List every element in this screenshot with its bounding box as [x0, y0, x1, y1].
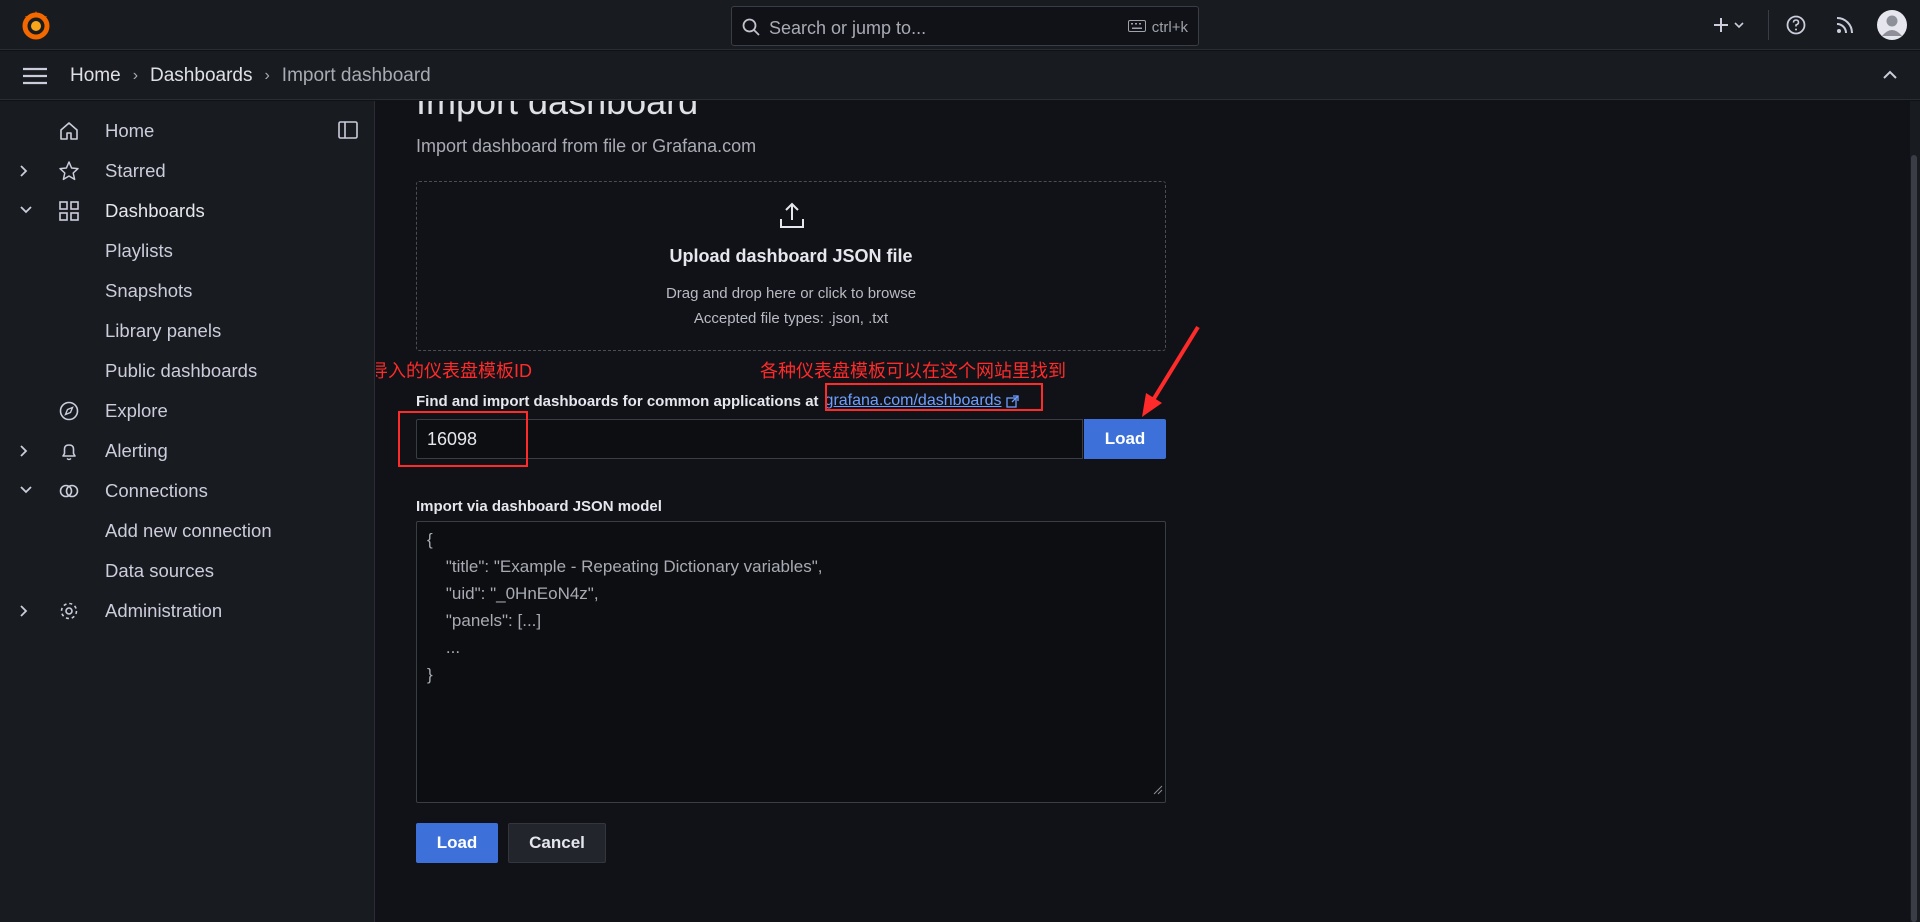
- annotation-box-link: [825, 383, 1043, 411]
- star-icon: [58, 160, 80, 187]
- json-model-label: Import via dashboard JSON model: [416, 498, 662, 515]
- divider: [1768, 10, 1769, 40]
- page-title: Import dashboard: [416, 101, 699, 122]
- sidebar-item-label: Administration: [105, 600, 223, 621]
- search-icon: [742, 18, 760, 41]
- chevron-down-icon[interactable]: [18, 483, 34, 501]
- annotation-arrow: [1136, 321, 1206, 426]
- sidebar-item-starred[interactable]: Starred: [0, 151, 375, 191]
- user-avatar[interactable]: [1877, 10, 1907, 45]
- sidebar-item-dashboards[interactable]: Dashboards: [0, 191, 375, 231]
- sidebar-item-home[interactable]: Home: [0, 111, 375, 151]
- chevron-right-icon[interactable]: [18, 443, 30, 464]
- upload-title: Upload dashboard JSON file: [669, 246, 913, 266]
- sidebar-item-library-panels[interactable]: Library panels: [0, 311, 375, 351]
- find-import-text: Find and import dashboards for common ap…: [416, 392, 819, 410]
- sidebar-item-label: Dashboards: [105, 200, 205, 221]
- sidebar: Home Starred Dashboards Playlists Snapsh…: [0, 101, 375, 922]
- keyboard-icon: [1127, 19, 1146, 36]
- sidebar-item-connections[interactable]: Connections: [0, 471, 375, 511]
- sidebar-item-public-dashboards[interactable]: Public dashboards: [0, 351, 375, 391]
- sidebar-item-label: Public dashboards: [105, 360, 258, 381]
- sidebar-item-label: Add new connection: [105, 520, 272, 541]
- upload-hint: Drag and drop here or click to browse: [665, 285, 917, 302]
- breadcrumb-bar: Home › Dashboards › Import dashboard: [0, 51, 1920, 100]
- json-placeholder-line: }: [427, 665, 433, 684]
- menu-toggle-icon[interactable]: [22, 67, 48, 90]
- page-subtitle: Import dashboard from file or Grafana.co…: [416, 136, 757, 156]
- help-icon[interactable]: [1785, 14, 1807, 41]
- sidebar-item-label: Alerting: [105, 440, 168, 461]
- search-placeholder: Search or jump to...: [769, 18, 927, 38]
- annotation-box-id: [398, 411, 528, 467]
- sidebar-item-label: Home: [105, 120, 155, 141]
- chevron-down-icon[interactable]: [18, 203, 34, 221]
- sidebar-item-data-sources[interactable]: Data sources: [0, 551, 375, 591]
- link-icon: [58, 480, 80, 507]
- grafana-logo-icon[interactable]: [20, 9, 52, 41]
- load-json-button[interactable]: Load: [416, 823, 498, 863]
- annotation-enter-id: 输入要导入的仪表盘模板ID: [376, 361, 532, 381]
- sidebar-item-label: Snapshots: [105, 280, 193, 301]
- breadcrumb-separator-icon: ›: [264, 67, 270, 84]
- json-placeholder-line: "panels": [...]: [427, 611, 542, 630]
- cog-icon: [58, 600, 80, 627]
- upload-file-types: Accepted file types: .json, .txt: [693, 310, 889, 327]
- resize-handle-icon[interactable]: [1153, 782, 1163, 800]
- search-bar[interactable]: Search or jump to... ctrl+k: [731, 6, 1199, 46]
- sidebar-item-label: Explore: [105, 400, 168, 421]
- sidebar-item-playlists[interactable]: Playlists: [0, 231, 375, 271]
- keyboard-shortcut: ctrl+k: [1127, 19, 1188, 36]
- breadcrumb: Home › Dashboards › Import dashboard: [70, 65, 431, 87]
- sidebar-item-label: Starred: [105, 160, 166, 181]
- json-placeholder-line: ...: [427, 638, 461, 657]
- breadcrumb-separator-icon: ›: [132, 67, 139, 84]
- sidebar-item-snapshots[interactable]: Snapshots: [0, 271, 375, 311]
- chevron-up-icon[interactable]: [1882, 68, 1898, 86]
- sidebar-item-add-new-connection[interactable]: Add new connection: [0, 511, 375, 551]
- breadcrumb-home[interactable]: Home: [70, 65, 121, 87]
- breadcrumb-dashboards[interactable]: Dashboards: [150, 65, 252, 87]
- sidebar-item-alerting[interactable]: Alerting: [0, 431, 375, 471]
- breadcrumb-import-dashboard: Import dashboard: [281, 65, 431, 86]
- json-model-textarea[interactable]: { "title": "Example - Repeating Dictiona…: [416, 521, 1166, 803]
- upload-dropzone[interactable]: Upload dashboard JSON file Drag and drop…: [416, 181, 1166, 351]
- main-content: Import dashboard Import dashboard from f…: [376, 101, 1900, 922]
- json-placeholder-line: "title": "Example - Repeating Dictionary…: [427, 557, 823, 576]
- annotation-find-templates: 各种仪表盘模板可以在这个网站里找到: [760, 361, 1066, 381]
- sidebar-item-label: Data sources: [105, 560, 214, 581]
- cancel-button[interactable]: Cancel: [508, 823, 606, 863]
- new-button[interactable]: [1712, 14, 1746, 41]
- home-icon: [58, 120, 80, 147]
- news-rss-icon[interactable]: [1834, 14, 1856, 41]
- scrollbar-thumb[interactable]: [1911, 155, 1917, 922]
- compass-icon: [58, 400, 80, 427]
- bell-icon: [58, 440, 80, 467]
- sidebar-item-administration[interactable]: Administration: [0, 591, 375, 631]
- json-placeholder-line: {: [427, 530, 433, 549]
- sidebar-item-label: Connections: [105, 480, 208, 501]
- sidebar-item-label: Playlists: [105, 240, 173, 261]
- sidebar-item-explore[interactable]: Explore: [0, 391, 375, 431]
- apps-icon: [58, 200, 80, 227]
- upload-icon: [778, 202, 806, 235]
- chevron-right-icon[interactable]: [18, 603, 30, 624]
- sidebar-item-label: Library panels: [105, 320, 222, 341]
- json-placeholder-line: "uid": "_0HnEoN4z",: [427, 584, 599, 603]
- top-bar: Search or jump to... ctrl+k: [0, 0, 1920, 50]
- shortcut-text: ctrl+k: [1151, 19, 1188, 36]
- chevron-right-icon[interactable]: [18, 163, 30, 184]
